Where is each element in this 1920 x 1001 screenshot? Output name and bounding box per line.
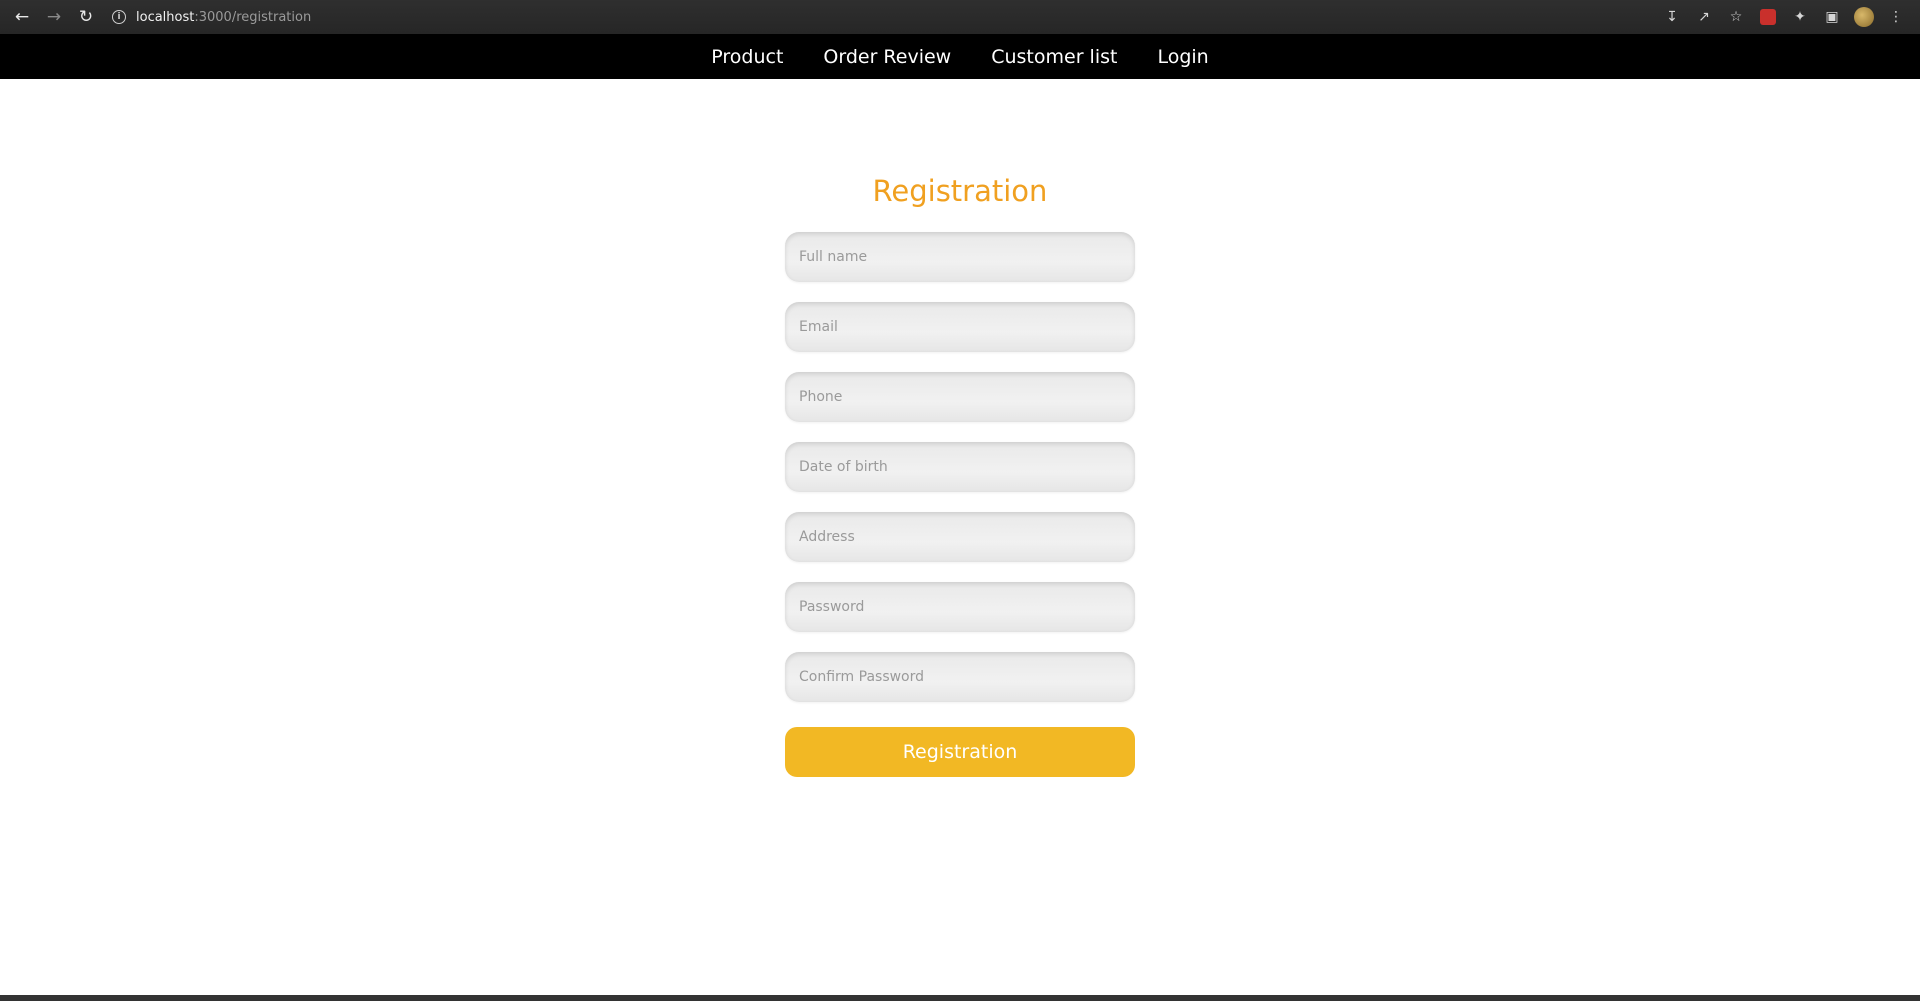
reload-icon[interactable]: ↻ xyxy=(70,0,102,34)
browser-toolbar: ← → ↻ i localhost:3000/registration ↧ ↗ … xyxy=(0,0,1920,34)
nav-customer-list[interactable]: Customer list xyxy=(991,46,1117,68)
phone-field[interactable] xyxy=(785,372,1135,422)
url-path: :3000/registration xyxy=(194,9,312,25)
confirm-password-field[interactable] xyxy=(785,652,1135,702)
browser-actions: ↧ ↗ ☆ ✦ ▣ ⋮ xyxy=(1656,0,1912,34)
forward-icon[interactable]: → xyxy=(38,0,70,34)
bookmark-star-icon[interactable]: ☆ xyxy=(1720,0,1752,34)
nav-order-review[interactable]: Order Review xyxy=(823,46,951,68)
top-navbar: Product Order Review Customer list Login xyxy=(0,34,1920,79)
taskbar-strip xyxy=(0,995,1920,1001)
url-host: localhost xyxy=(136,9,195,25)
profile-avatar[interactable] xyxy=(1848,0,1880,34)
extension-red-icon[interactable] xyxy=(1752,0,1784,34)
password-field[interactable] xyxy=(785,582,1135,632)
info-icon[interactable]: i xyxy=(112,10,126,24)
back-icon[interactable]: ← xyxy=(6,0,38,34)
sidebar-icon[interactable]: ▣ xyxy=(1816,0,1848,34)
page-title: Registration xyxy=(872,174,1048,208)
email-field[interactable] xyxy=(785,302,1135,352)
address-bar[interactable]: i localhost:3000/registration xyxy=(112,4,311,30)
full-name-field[interactable] xyxy=(785,232,1135,282)
registration-form: Registration Registration xyxy=(785,170,1135,777)
registration-submit-button[interactable]: Registration xyxy=(785,727,1135,777)
nav-product[interactable]: Product xyxy=(711,46,783,68)
nav-login[interactable]: Login xyxy=(1157,46,1208,68)
address-field[interactable] xyxy=(785,512,1135,562)
date-of-birth-field[interactable] xyxy=(785,442,1135,492)
download-icon[interactable]: ↧ xyxy=(1656,0,1688,34)
puzzle-icon[interactable]: ✦ xyxy=(1784,0,1816,34)
menu-kebab-icon[interactable]: ⋮ xyxy=(1880,0,1912,34)
share-icon[interactable]: ↗ xyxy=(1688,0,1720,34)
